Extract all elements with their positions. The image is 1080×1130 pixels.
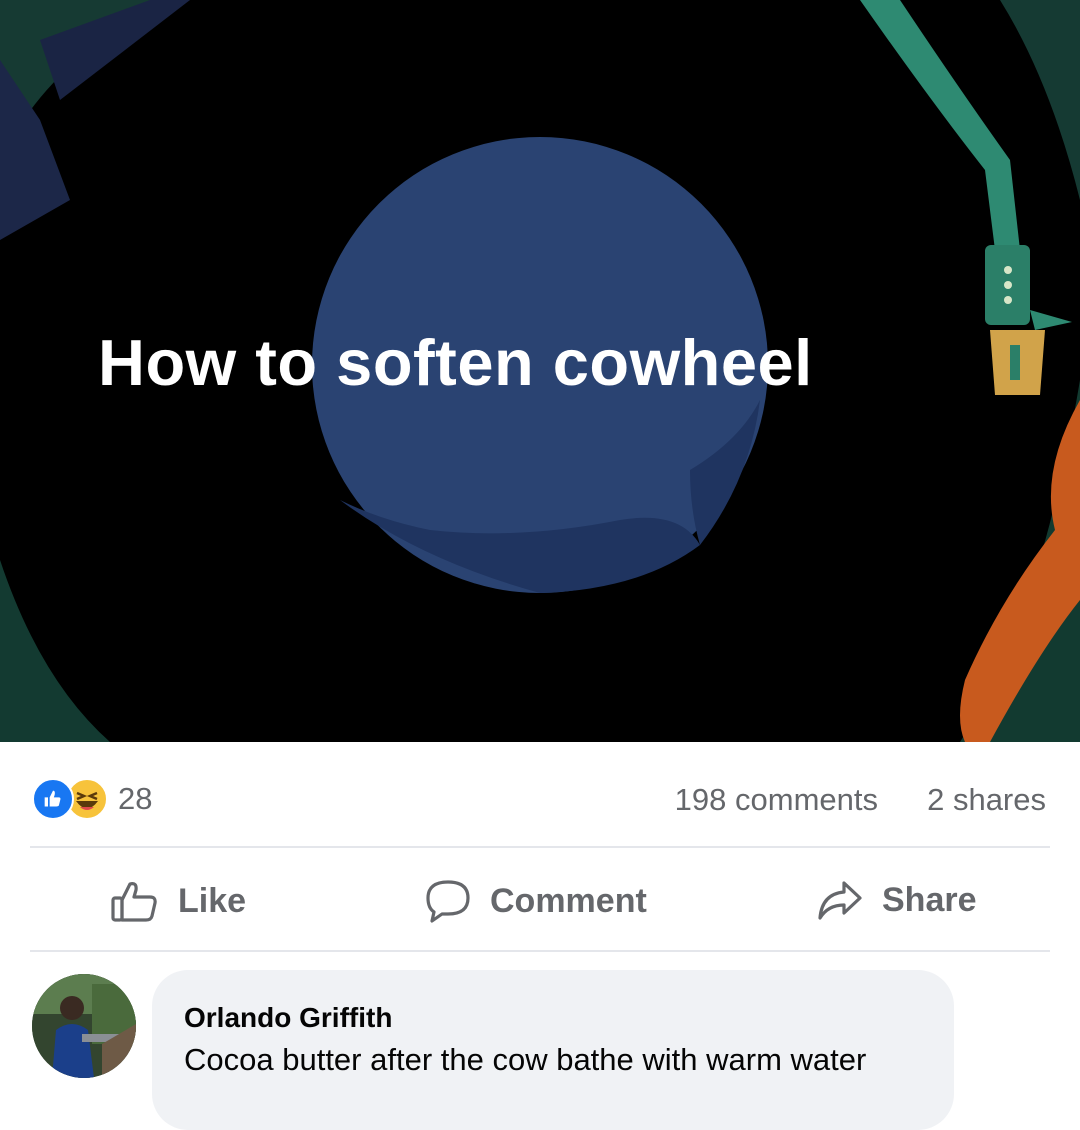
- post-image[interactable]: How to soften cowheel: [0, 0, 1080, 742]
- comment-item: Orlando Griffith Cocoa butter after the …: [0, 960, 1080, 1130]
- comment-icon: [426, 880, 470, 923]
- thumbs-up-icon: [111, 882, 157, 922]
- comments-count-link[interactable]: 198 comments: [675, 782, 878, 818]
- like-button-label: Like: [178, 881, 247, 920]
- share-button[interactable]: Share: [816, 878, 977, 922]
- comment-author[interactable]: Orlando Griffith: [184, 1002, 392, 1034]
- action-bar: Like Comment Share: [0, 850, 1080, 950]
- shares-count-link[interactable]: 2 shares: [927, 782, 1046, 818]
- comment-text: Cocoa butter after the cow bathe with wa…: [184, 1042, 867, 1077]
- post-stats-row: 28 198 comments 2 shares: [0, 742, 1080, 848]
- like-button[interactable]: Like: [110, 878, 246, 924]
- share-icon: [818, 881, 862, 920]
- reaction-count: 28: [118, 781, 153, 816]
- divider-bottom: [30, 950, 1050, 952]
- post-image-title: How to soften cowheel: [98, 326, 813, 399]
- divider-top: [30, 846, 1050, 848]
- reactions-summary[interactable]: 28: [32, 778, 152, 820]
- avatar[interactable]: [32, 974, 136, 1078]
- share-button-label: Share: [882, 880, 977, 919]
- like-reaction-icon: [32, 778, 74, 820]
- comment-bubble[interactable]: Orlando Griffith Cocoa butter after the …: [152, 970, 954, 1130]
- comment-button-label: Comment: [490, 881, 647, 920]
- comment-button[interactable]: Comment: [424, 878, 647, 924]
